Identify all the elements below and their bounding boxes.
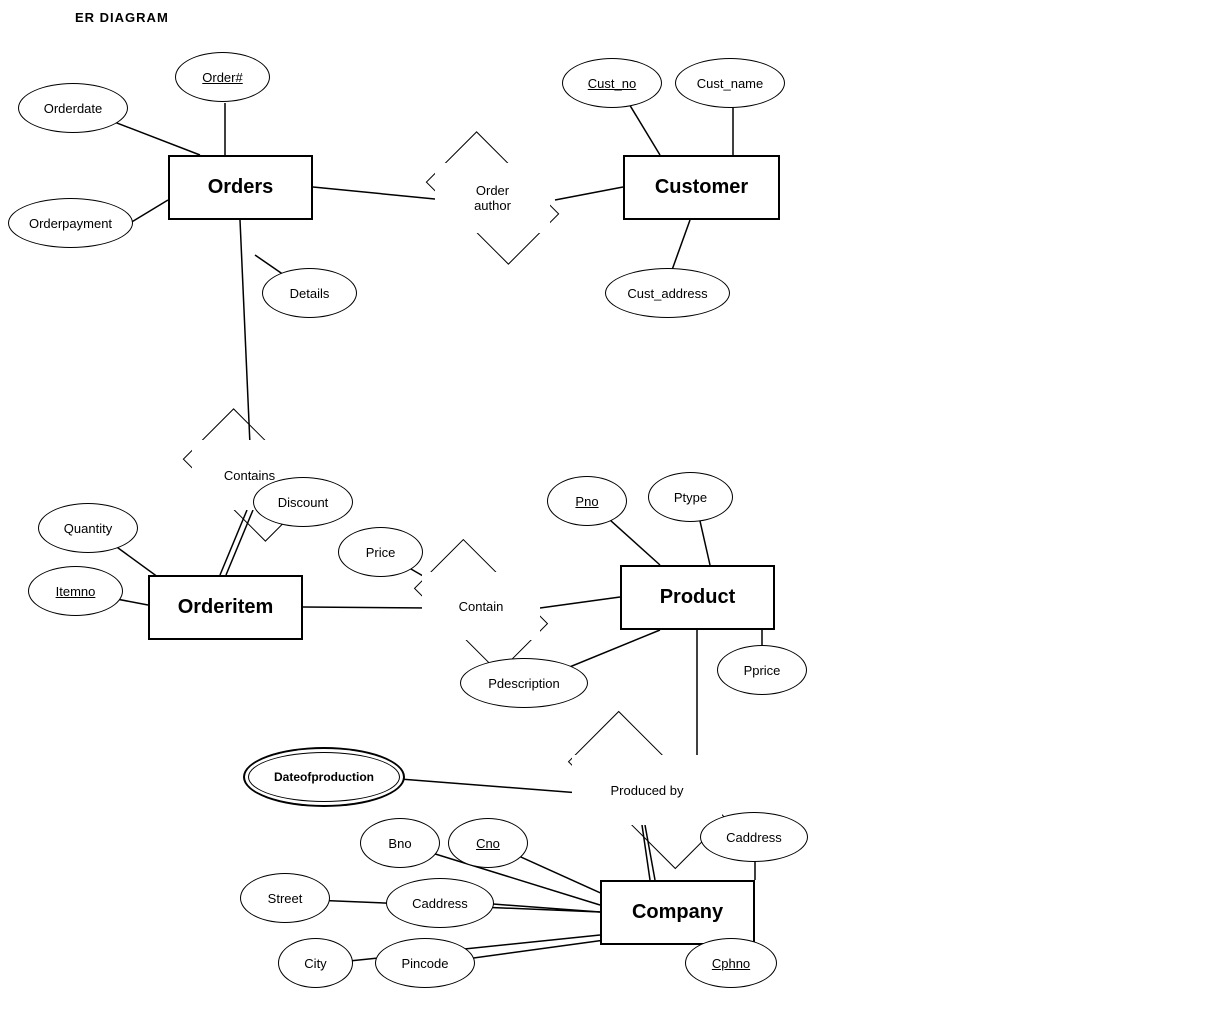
attribute-quantity: Quantity — [38, 503, 138, 553]
attribute-ptype: Ptype — [648, 472, 733, 522]
attribute-orderpayment: Orderpayment — [8, 198, 133, 248]
attribute-caddress-top: Caddress — [700, 812, 808, 862]
attribute-cust-address: Cust_address — [605, 268, 730, 318]
attribute-bno: Bno — [360, 818, 440, 868]
relationship-order-author: Order author — [435, 163, 550, 233]
entity-customer: Customer — [623, 155, 780, 220]
attribute-pno: Pno — [547, 476, 627, 526]
attribute-cust-no: Cust_no — [562, 58, 662, 108]
attribute-orderdate: Orderdate — [18, 83, 128, 133]
entity-product: Product — [620, 565, 775, 630]
attribute-itemno: Itemno — [28, 566, 123, 616]
attribute-cphno: Cphno — [685, 938, 777, 988]
attribute-cust-name: Cust_name — [675, 58, 785, 108]
attribute-pincode: Pincode — [375, 938, 475, 988]
relationship-produced-by: Produced by — [572, 755, 722, 825]
attribute-order-hash: Order# — [175, 52, 270, 102]
attribute-discount: Discount — [253, 477, 353, 527]
attribute-street: Street — [240, 873, 330, 923]
attribute-price: Price — [338, 527, 423, 577]
attribute-dateofproduction: Dateofproduction — [248, 752, 400, 802]
attribute-caddress-bottom: Caddress — [386, 878, 494, 928]
attribute-pdescription: Pdescription — [460, 658, 588, 708]
er-diagram: ER DIAGRAM — [0, 0, 1218, 1012]
entity-orderitem: Orderitem — [148, 575, 303, 640]
entity-orders: Orders — [168, 155, 313, 220]
attribute-pprice: Pprice — [717, 645, 807, 695]
attribute-cno: Cno — [448, 818, 528, 868]
diagram-title: ER DIAGRAM — [75, 10, 169, 25]
attribute-city: City — [278, 938, 353, 988]
entity-company: Company — [600, 880, 755, 945]
relationship-contain: Contain — [422, 572, 540, 640]
attribute-details: Details — [262, 268, 357, 318]
